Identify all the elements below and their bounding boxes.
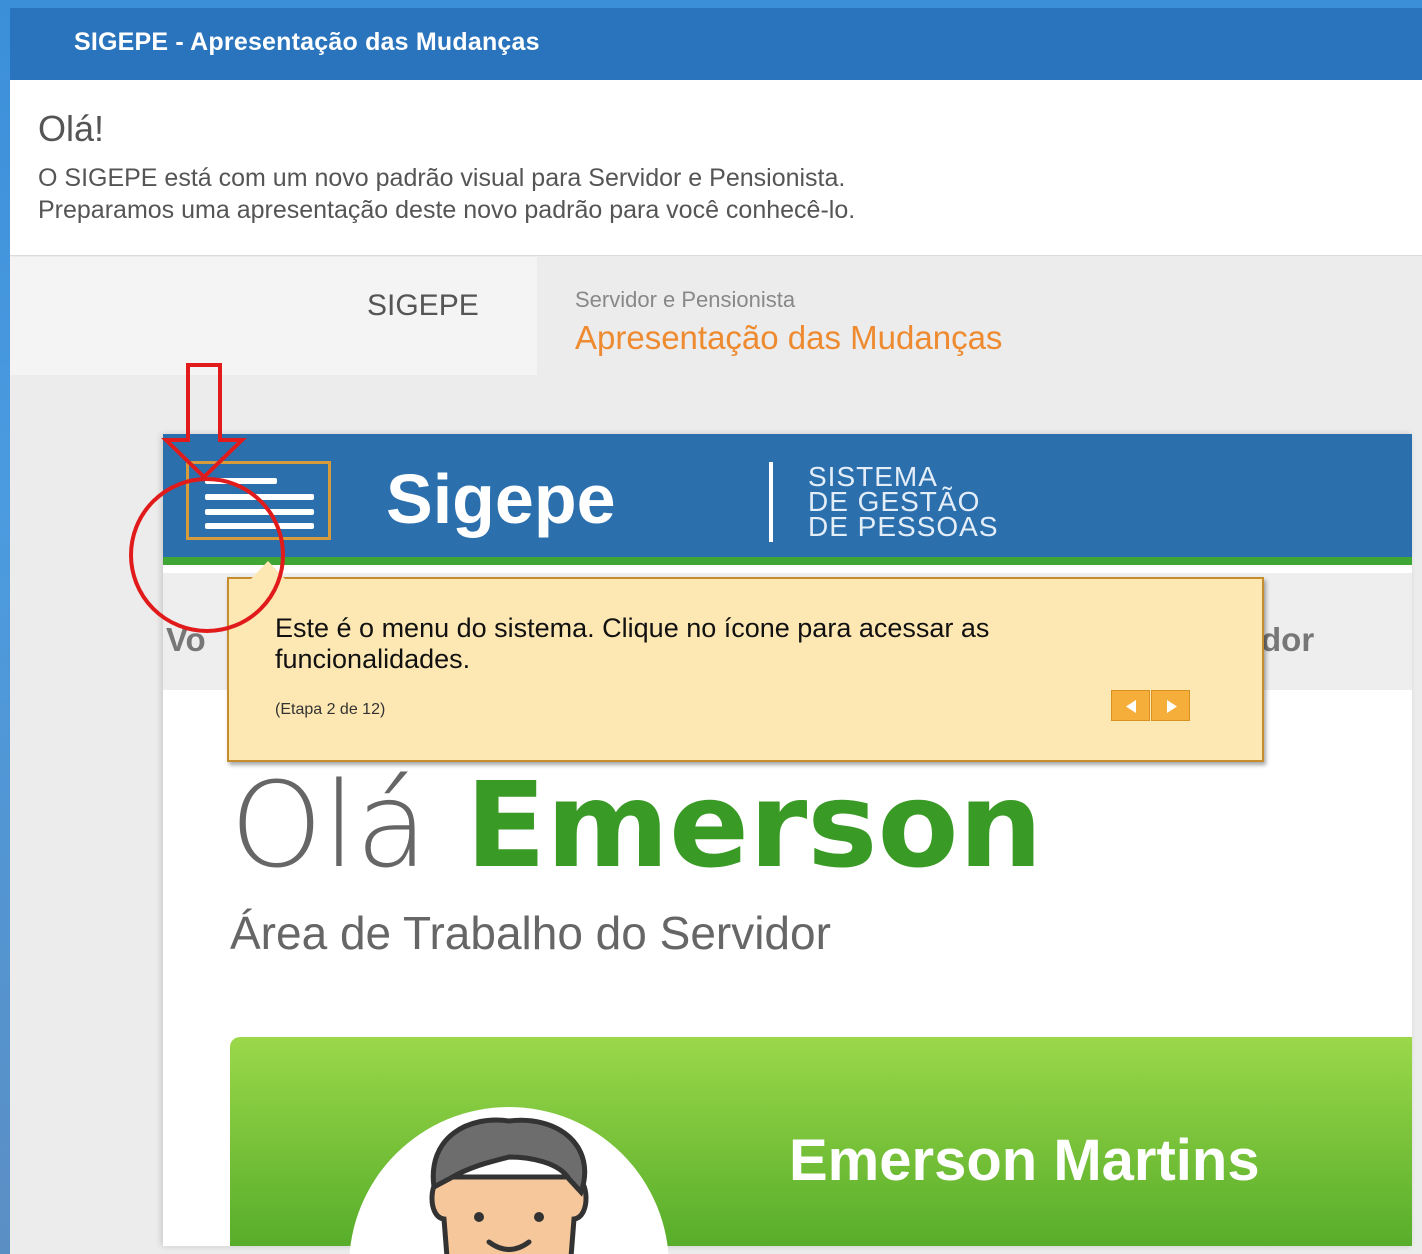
breadcrumb-system: SIGEPE xyxy=(10,257,537,375)
tour-tooltip: Este é o menu do sistema. Clique no ícon… xyxy=(227,561,1264,762)
workspace-subtitle: Área de Trabalho do Servidor xyxy=(230,907,831,959)
arrow-right-icon xyxy=(1167,700,1177,713)
welcome-prefix: Olá xyxy=(230,756,428,894)
sigepe-screen-preview: Sigepe SISTEMA DE GESTÃO DE PESSOAS Vo d… xyxy=(163,434,1412,1254)
sigepe-logo: Sigepe xyxy=(386,460,616,538)
menu-hamburger-icon[interactable] xyxy=(186,461,331,540)
tooltip-next-button[interactable] xyxy=(1151,690,1190,721)
breadcrumb: Servidor e Pensionista Apresentação das … xyxy=(537,257,1422,375)
tagline-line-3: DE PESSOAS xyxy=(808,511,999,542)
welcome-heading: Olá Emerson xyxy=(230,756,1043,894)
welcome-user-name: Emerson xyxy=(465,756,1043,894)
logo-divider xyxy=(769,462,773,542)
nav-item-right[interactable]: dor xyxy=(1261,621,1314,659)
tooltip-caret xyxy=(251,561,285,579)
breadcrumb-subtitle: Servidor e Pensionista xyxy=(575,287,796,312)
profile-card: Emerson Martins xyxy=(230,1037,1412,1254)
intro-greeting: Olá! xyxy=(38,108,105,149)
title-bar: SIGEPE - Apresentação das Mudanças xyxy=(10,8,1422,80)
breadcrumb-system-label: SIGEPE xyxy=(367,289,479,322)
tooltip-prev-button[interactable] xyxy=(1111,690,1150,721)
intro-panel: Olá! O SIGEPE está com um novo padrão vi… xyxy=(10,80,1422,256)
intro-text-line-1: O SIGEPE está com um novo padrão visual … xyxy=(38,164,846,192)
window-title: SIGEPE - Apresentação das Mudanças xyxy=(74,28,540,56)
tooltip-message: Este é o menu do sistema. Clique no ícon… xyxy=(275,613,990,674)
sigepe-header: Sigepe SISTEMA DE GESTÃO DE PESSOAS xyxy=(163,434,1412,565)
page-title: Apresentação das Mudanças xyxy=(575,319,1003,356)
nav-item-left[interactable]: Vo xyxy=(166,621,206,659)
avatar xyxy=(349,1107,669,1254)
arrow-left-icon xyxy=(1126,700,1136,713)
logo-tagline: SISTEMA DE GESTÃO DE PESSOAS xyxy=(808,463,999,542)
intro-text-line-2: Preparamos uma apresentação deste novo p… xyxy=(38,196,856,224)
tooltip-step-counter: (Etapa 2 de 12) xyxy=(275,701,386,718)
avatar-person-icon xyxy=(429,1117,589,1254)
profile-full-name: Emerson Martins xyxy=(789,1128,1260,1193)
